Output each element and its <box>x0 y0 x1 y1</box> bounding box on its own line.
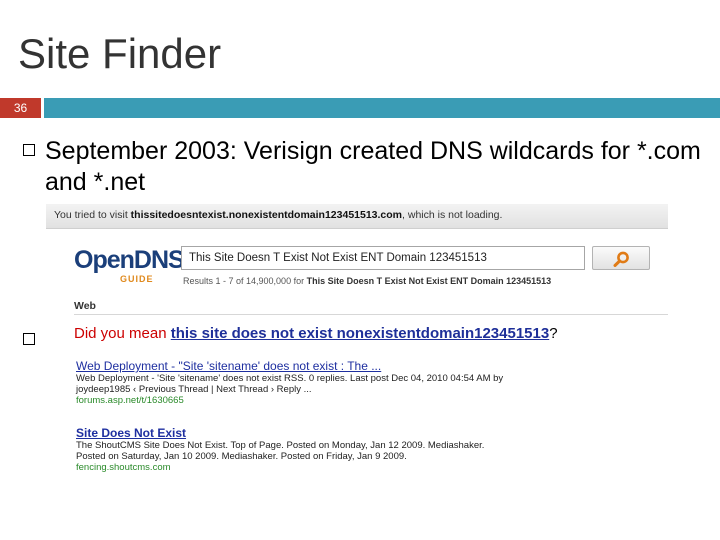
did-you-mean-link[interactable]: this site does not exist nonexistentdoma… <box>171 325 549 342</box>
web-section-label[interactable]: Web <box>74 300 96 312</box>
title-band: 36 <box>0 98 720 118</box>
search-result: Site Does Not Exist The ShoutCMS Site Do… <box>76 426 484 473</box>
notice-prefix: You tried to visit <box>54 209 128 221</box>
results-count-query: This Site Doesn T Exist Not Exist ENT Do… <box>306 276 552 286</box>
notice-domain: thissitedoesntexist.nonexistentdomain123… <box>130 209 403 221</box>
did-you-mean-prefix: Did you mean <box>74 325 167 342</box>
result-snippet: Web Deployment - 'Site 'sitename' does n… <box>76 373 504 384</box>
divider <box>74 314 668 315</box>
notice-text: You tried to visit thissitedoesntexist.n… <box>54 209 502 221</box>
slide-number: 36 <box>0 98 41 118</box>
search-input[interactable]: This Site Doesn T Exist Not Exist ENT Do… <box>181 246 585 270</box>
bullet-square-icon <box>23 333 35 345</box>
logo-main: OpenDNS <box>74 246 185 274</box>
notice-suffix: , which is not loading. <box>402 209 503 221</box>
result-url[interactable]: forums.asp.net/t/1630665 <box>76 395 503 406</box>
search-button[interactable] <box>592 246 650 270</box>
did-you-mean: Did you mean this site does not exist no… <box>74 325 558 342</box>
results-count-prefix: Results 1 - 7 of 14,900,000 for <box>183 276 305 286</box>
result-title-link[interactable]: Site Does Not Exist <box>76 426 484 440</box>
logo-sub: GUIDE <box>120 274 154 284</box>
search-icon <box>613 251 629 267</box>
results-count: Results 1 - 7 of 14,900,000 for This Sit… <box>183 276 551 286</box>
search-result: Web Deployment - "Site 'sitename' does n… <box>76 359 503 406</box>
band-bar <box>44 98 720 118</box>
bullet-text: September 2003: Verisign created DNS wil… <box>45 137 701 196</box>
slide-title: Site Finder <box>18 30 222 77</box>
notice-bar: You tried to visit thissitedoesntexist.n… <box>46 204 668 229</box>
bullet-square-icon <box>23 144 35 156</box>
result-snippet: Posted on Saturday, Jan 10 2009. Mediash… <box>76 451 407 462</box>
did-you-mean-suffix: ? <box>549 325 558 342</box>
opendns-logo[interactable]: OpenDNS GUIDE <box>74 246 185 285</box>
result-title-text: Site Does Not Exist <box>76 426 187 440</box>
result-snippet: joydeep1985 ‹ Previous Thread | Next Thr… <box>76 384 312 395</box>
result-url[interactable]: fencing.shoutcms.com <box>76 462 484 473</box>
result-title-link[interactable]: Web Deployment - "Site 'sitename' does n… <box>76 359 503 373</box>
opendns-screenshot: You tried to visit thissitedoesntexist.n… <box>46 204 668 484</box>
result-snippet: The ShoutCMS Site Does Not Exist. Top of… <box>76 440 485 451</box>
